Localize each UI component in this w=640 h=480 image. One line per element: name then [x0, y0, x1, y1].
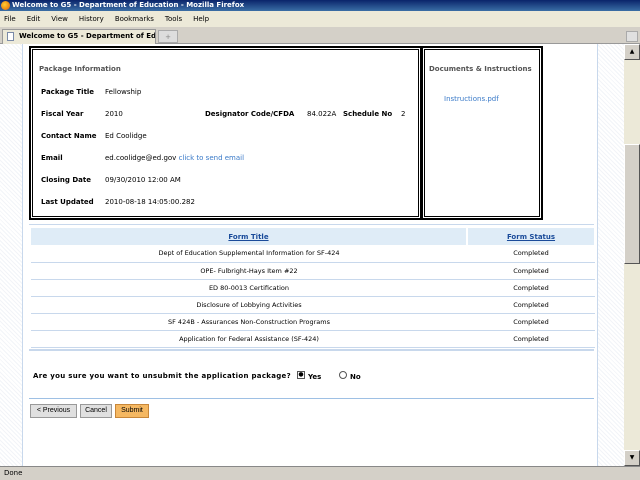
- tab-welcome[interactable]: Welcome to G5 - Department of Edu...: [2, 29, 156, 44]
- documents-heading: Documents & Instructions: [429, 65, 532, 73]
- form-title: SF 424B - Assurances Non-Construction Pr…: [31, 313, 467, 331]
- scroll-up-button[interactable]: ▲: [624, 44, 640, 60]
- table-row: SF 424B - Assurances Non-Construction Pr…: [31, 313, 595, 331]
- tab-label: Welcome to G5 - Department of Edu...: [19, 32, 156, 40]
- menu-help[interactable]: Help: [193, 15, 209, 23]
- email-label: Email: [41, 154, 63, 162]
- menu-bar: File Edit View History Bookmarks Tools Help: [0, 11, 640, 27]
- unsubmit-question: Are you sure you want to unsubmit the ap…: [33, 372, 291, 380]
- package-title-value: Fellowship: [105, 88, 142, 96]
- divider: [29, 349, 594, 351]
- fiscal-year-value: 2010: [105, 110, 123, 118]
- window-title-bar: Welcome to G5 - Department of Education …: [0, 0, 640, 11]
- form-status-header[interactable]: Form Status: [467, 228, 596, 245]
- menu-bookmarks[interactable]: Bookmarks: [115, 15, 154, 23]
- no-label: No: [350, 373, 361, 381]
- form-title: ED 80-0013 Certification: [31, 279, 467, 297]
- form-status: Completed: [467, 262, 595, 280]
- form-title: Application for Federal Assistance (SF-4…: [31, 330, 467, 348]
- contact-name-value: Ed Coolidge: [105, 132, 147, 140]
- email-value: ed.coolidge@ed.gov: [105, 154, 177, 162]
- cancel-button[interactable]: Cancel: [80, 404, 112, 418]
- forms-table: Form Title Form Status Dept of Education …: [31, 228, 596, 348]
- send-email-link[interactable]: click to send email: [179, 154, 244, 162]
- form-status: Completed: [467, 313, 595, 331]
- form-status: Completed: [467, 296, 595, 314]
- package-information-panel: Package Information Package Title Fellow…: [29, 46, 422, 220]
- fiscal-year-label: Fiscal Year: [41, 110, 84, 118]
- no-radio[interactable]: [339, 371, 347, 379]
- last-updated-label: Last Updated: [41, 198, 94, 206]
- tab-bar: Welcome to G5 - Department of Edu... +: [0, 27, 640, 44]
- form-title: OPE- Fulbright-Hays Item #22: [31, 262, 467, 280]
- menu-edit[interactable]: Edit: [27, 15, 41, 23]
- package-information-heading: Package Information: [39, 65, 121, 73]
- table-row: ED 80-0013 Certification Completed: [31, 279, 595, 297]
- scroll-down-button[interactable]: ▼: [624, 450, 640, 466]
- table-row: Disclosure of Lobbying Activities Complet…: [31, 296, 595, 314]
- tab-list-button[interactable]: [626, 31, 638, 42]
- previous-button[interactable]: < Previous: [30, 404, 77, 418]
- table-row: Dept of Education Supplemental Informati…: [31, 245, 595, 263]
- vertical-scrollbar[interactable]: ▲ ▼: [624, 44, 640, 466]
- schedule-label: Schedule No: [343, 110, 393, 118]
- schedule-value: 2: [401, 110, 406, 118]
- table-row: OPE- Fulbright-Hays Item #22 Completed: [31, 262, 595, 280]
- form-status: Completed: [467, 279, 595, 297]
- last-updated-value: 2010-08-18 14:05:00.282: [105, 198, 195, 206]
- status-bar: Done: [0, 466, 640, 480]
- instructions-pdf-link[interactable]: Instructions.pdf: [444, 95, 499, 103]
- documents-panel: Documents & Instructions Instructions.pd…: [421, 46, 543, 220]
- menu-view[interactable]: View: [51, 15, 68, 23]
- menu-file[interactable]: File: [4, 15, 16, 23]
- firefox-icon: [1, 1, 10, 10]
- status-text: Done: [4, 469, 23, 477]
- content-area: Package Information Package Title Fellow…: [0, 44, 624, 466]
- scrollbar-thumb[interactable]: [624, 144, 640, 264]
- cfda-value: 84.022A: [307, 110, 337, 118]
- menu-tools[interactable]: Tools: [165, 15, 182, 23]
- yes-radio[interactable]: ●: [297, 371, 305, 379]
- window-title: Welcome to G5 - Department of Education …: [12, 1, 245, 9]
- divider: [29, 224, 594, 225]
- form-title-header[interactable]: Form Title: [31, 228, 468, 245]
- form-status: Completed: [467, 245, 595, 263]
- table-row: Application for Federal Assistance (SF-4…: [31, 330, 595, 348]
- closing-date-label: Closing Date: [41, 176, 91, 184]
- contact-name-label: Contact Name: [41, 132, 97, 140]
- form-title: Disclosure of Lobbying Activities: [31, 296, 467, 314]
- submit-button[interactable]: Submit: [115, 404, 149, 418]
- divider: [29, 398, 594, 399]
- closing-date-value: 09/30/2010 12:00 AM: [105, 176, 181, 184]
- page-icon: [7, 32, 14, 41]
- form-title: Dept of Education Supplemental Informati…: [31, 245, 467, 263]
- cfda-label: Designator Code/CFDA: [205, 110, 295, 118]
- package-title-label: Package Title: [41, 88, 95, 96]
- form-status: Completed: [467, 330, 595, 348]
- menu-history[interactable]: History: [79, 15, 104, 23]
- new-tab-button[interactable]: +: [158, 30, 178, 43]
- page: Package Information Package Title Fellow…: [22, 44, 598, 466]
- yes-label: Yes: [308, 373, 322, 381]
